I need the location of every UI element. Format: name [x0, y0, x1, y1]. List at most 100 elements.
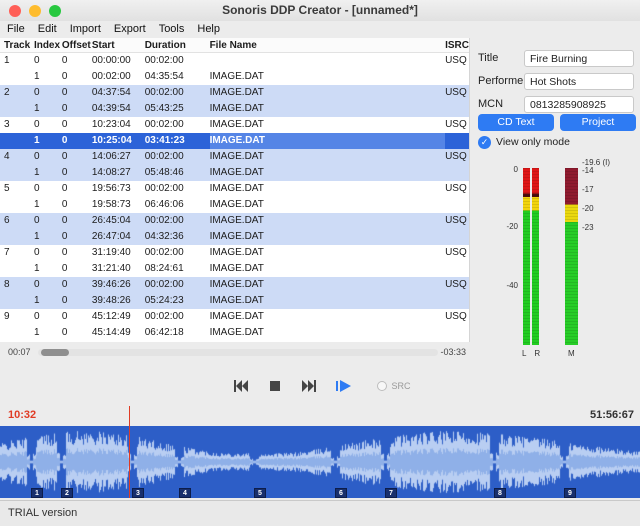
table-row[interactable]: 1026:47:0404:32:36IMAGE.DAT — [0, 229, 469, 245]
table-row[interactable]: 1045:14:4906:42:18IMAGE.DAT — [0, 325, 469, 341]
track-marker[interactable]: 2 — [61, 488, 73, 498]
zoom-button[interactable] — [49, 5, 61, 17]
cell-offset: 0 — [62, 293, 92, 309]
table-row[interactable]: 1031:21:4008:24:61IMAGE.DAT — [0, 261, 469, 277]
play-button[interactable] — [331, 375, 355, 397]
cell-file: IMAGE.DAT — [210, 309, 446, 325]
menu-tools[interactable]: Tools — [159, 21, 185, 38]
cell-offset: 0 — [62, 69, 92, 85]
table-row[interactable]: 1039:48:2605:24:23IMAGE.DAT — [0, 293, 469, 309]
window-title: Sonoris DDP Creator - [unnamed*] — [0, 0, 640, 21]
playhead[interactable] — [129, 406, 130, 498]
src-toggle[interactable]: SRC — [377, 381, 410, 391]
column-header-index[interactable]: Index — [34, 38, 62, 52]
cell-track: 3 — [0, 117, 34, 133]
cell-isrc — [445, 261, 469, 277]
waveform[interactable] — [0, 426, 640, 498]
cell-offset: 0 — [62, 165, 92, 181]
cell-track — [0, 69, 34, 85]
cell-offset: 0 — [62, 181, 92, 197]
skip-forward-button[interactable] — [297, 375, 321, 397]
scrollbar-handle[interactable] — [41, 349, 69, 356]
table-row[interactable]: 80039:46:2600:02:00IMAGE.DATUSQ — [0, 277, 469, 293]
timeline: 10:32 51:56:67 123456789 — [0, 406, 640, 498]
menu-import[interactable]: Import — [70, 21, 101, 38]
table-row[interactable]: 1010:25:0403:41:23IMAGE.DAT — [0, 133, 469, 149]
project-button[interactable]: Project — [560, 114, 636, 131]
cell-file: IMAGE.DAT — [210, 293, 446, 309]
cell-isrc — [445, 325, 469, 341]
column-header-track[interactable]: Track — [0, 38, 34, 52]
cell-start: 31:19:40 — [92, 245, 145, 261]
cd-text-button[interactable]: CD Text — [478, 114, 554, 131]
column-header-file[interactable]: File Name — [210, 38, 446, 52]
cell-track: 2 — [0, 85, 34, 101]
skip-back-button[interactable] — [229, 375, 253, 397]
table-row[interactable]: 50019:56:7300:02:00IMAGE.DATUSQ — [0, 181, 469, 197]
table-row[interactable]: 10000:00:0000:02:00USQ — [0, 53, 469, 69]
column-header-offset[interactable]: Offset — [62, 38, 92, 52]
table-row[interactable]: 1014:08:2705:48:46IMAGE.DAT — [0, 165, 469, 181]
cell-file: IMAGE.DAT — [210, 325, 446, 341]
column-header-duration[interactable]: Duration — [145, 38, 210, 52]
close-button[interactable] — [9, 5, 21, 17]
table-row[interactable]: 30010:23:0400:02:00IMAGE.DATUSQ — [0, 117, 469, 133]
menu-file[interactable]: File — [7, 21, 25, 38]
track-marker[interactable]: 1 — [31, 488, 43, 498]
menu-export[interactable]: Export — [114, 21, 146, 38]
cell-file: IMAGE.DAT — [210, 277, 446, 293]
table-row[interactable]: 90045:12:4900:02:00IMAGE.DATUSQ — [0, 309, 469, 325]
cell-file — [210, 53, 446, 69]
cell-offset: 0 — [62, 85, 92, 101]
track-marker[interactable]: 7 — [385, 488, 397, 498]
table-row[interactable]: 20004:37:5400:02:00IMAGE.DATUSQ — [0, 85, 469, 101]
playhead-position: 10:32 — [8, 409, 36, 421]
cell-track: 9 — [0, 309, 34, 325]
column-header-start[interactable]: Start — [92, 38, 145, 52]
cell-duration: 05:48:46 — [145, 165, 210, 181]
cell-start: 04:37:54 — [92, 85, 145, 101]
track-marker[interactable]: 9 — [564, 488, 576, 498]
minimize-button[interactable] — [29, 5, 41, 17]
stop-button[interactable] — [263, 375, 287, 397]
meter-scale-label: -17 — [582, 186, 594, 194]
cell-file: IMAGE.DAT — [210, 69, 446, 85]
menu-edit[interactable]: Edit — [38, 21, 57, 38]
cell-index: 0 — [34, 181, 62, 197]
track-marker[interactable]: 6 — [335, 488, 347, 498]
cell-index: 0 — [34, 85, 62, 101]
cell-start: 45:12:49 — [92, 309, 145, 325]
cell-track: 6 — [0, 213, 34, 229]
cell-track — [0, 101, 34, 117]
cell-offset: 0 — [62, 133, 92, 149]
horizontal-scrollbar[interactable] — [38, 349, 438, 356]
table-row[interactable]: 1000:02:0004:35:54IMAGE.DAT — [0, 69, 469, 85]
statusbar: TRIAL version — [0, 500, 640, 526]
cell-start: 26:47:04 — [92, 229, 145, 245]
remaining-time: -03:33 — [440, 347, 466, 357]
track-marker[interactable]: 5 — [254, 488, 266, 498]
waveform-wrap — [0, 426, 640, 498]
column-header-isrc[interactable]: ISRC — [445, 38, 469, 52]
performer-field[interactable] — [524, 73, 634, 90]
menu-help[interactable]: Help — [197, 21, 220, 38]
cell-track: 5 — [0, 181, 34, 197]
track-marker[interactable]: 4 — [179, 488, 191, 498]
cell-file: IMAGE.DAT — [210, 149, 446, 165]
table-row[interactable]: 70031:19:4000:02:00IMAGE.DATUSQ — [0, 245, 469, 261]
table-row[interactable]: 1019:58:7306:46:06IMAGE.DAT — [0, 197, 469, 213]
view-only-checkbox-row[interactable]: View only mode — [478, 135, 570, 149]
mcn-field[interactable] — [524, 96, 634, 113]
cell-track — [0, 133, 34, 149]
cell-start: 31:21:40 — [92, 261, 145, 277]
table-row[interactable]: 40014:06:2700:02:00IMAGE.DATUSQ — [0, 149, 469, 165]
cell-start: 19:58:73 — [92, 197, 145, 213]
track-marker[interactable]: 3 — [132, 488, 144, 498]
title-field[interactable] — [524, 50, 634, 67]
cell-file: IMAGE.DAT — [210, 245, 446, 261]
table-row[interactable]: 1004:39:5405:43:25IMAGE.DAT — [0, 101, 469, 117]
table-row[interactable]: 60026:45:0400:02:00IMAGE.DATUSQ — [0, 213, 469, 229]
track-marker[interactable]: 8 — [494, 488, 506, 498]
cell-file: IMAGE.DAT — [210, 181, 446, 197]
cell-isrc — [445, 165, 469, 181]
